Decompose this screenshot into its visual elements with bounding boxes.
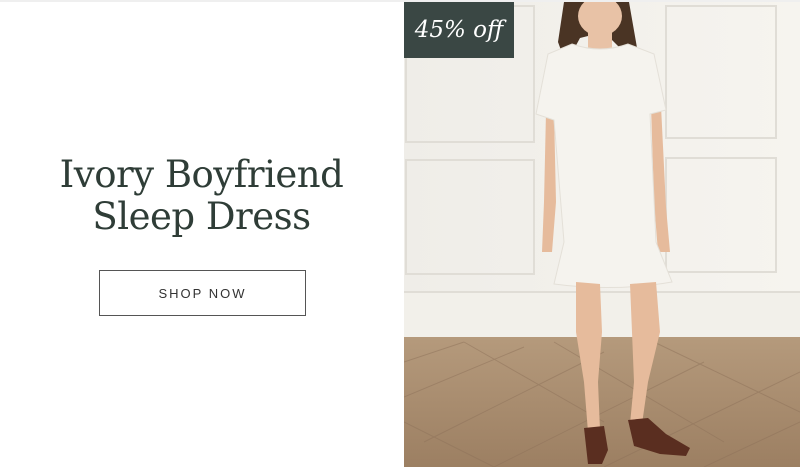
model-photo [404,2,800,467]
promo-banner: Ivory Boyfriend Sleep Dress SHOP NOW 45%… [0,0,800,467]
promo-text-panel: Ivory Boyfriend Sleep Dress SHOP NOW [0,2,403,467]
discount-badge-text: 45% off [414,17,504,43]
discount-badge: 45% off [404,2,514,58]
shop-now-button[interactable]: SHOP NOW [99,270,306,316]
shop-now-label: SHOP NOW [158,285,247,301]
product-title: Ivory Boyfriend Sleep Dress [0,154,403,238]
product-title-line-1: Ivory Boyfriend [59,153,344,196]
product-image[interactable]: 45% off [404,2,800,467]
product-title-line-2: Sleep Dress [92,195,311,238]
